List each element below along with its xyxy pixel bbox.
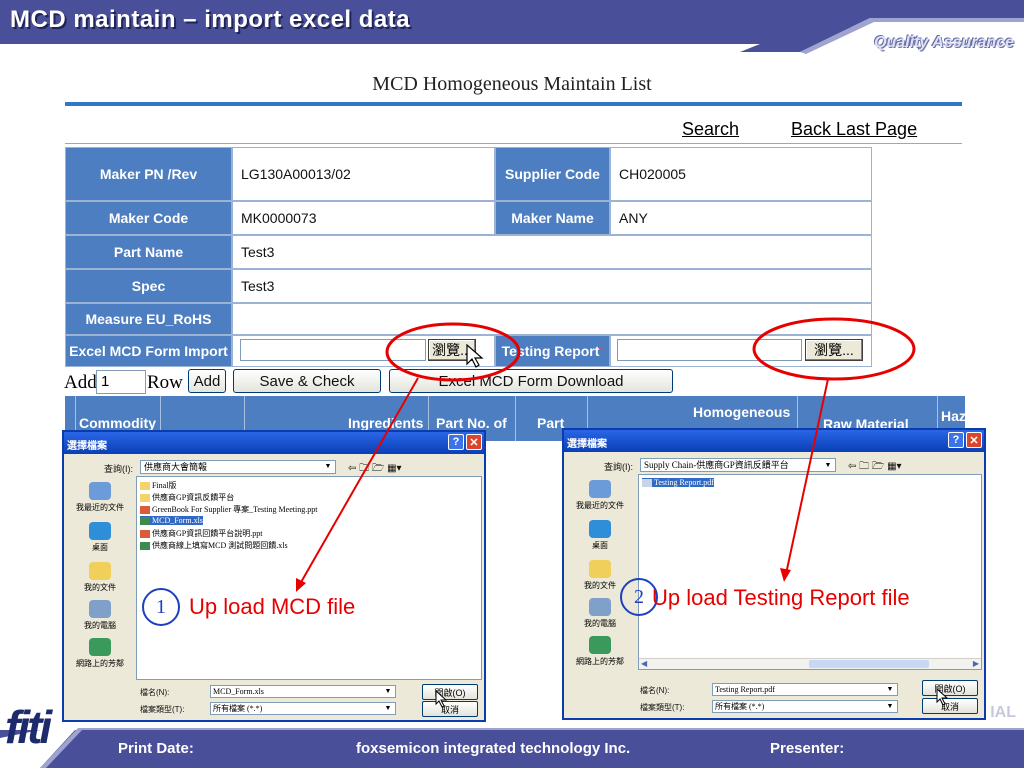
fiti-logo: fiti bbox=[5, 701, 52, 753]
annotation-overlay bbox=[296, 317, 916, 592]
annotation-arrow-2 bbox=[785, 378, 829, 575]
highlight-ellipse-report-browse bbox=[752, 317, 916, 381]
footer-right-fragment: IAL bbox=[990, 704, 1016, 721]
highlight-ellipse-excel-browse bbox=[385, 322, 521, 382]
step-2-annotation: Up load Testing Report file bbox=[652, 585, 910, 610]
print-date-label: Print Date: bbox=[118, 740, 194, 757]
step-1-badge: 1 bbox=[142, 588, 180, 626]
annotation-arrow-1 bbox=[299, 377, 419, 585]
presenter-label: Presenter: bbox=[770, 740, 845, 757]
step-1-annotation: Up load MCD file bbox=[189, 594, 356, 619]
company-name: foxsemicon integrated technology Inc. bbox=[356, 740, 631, 757]
